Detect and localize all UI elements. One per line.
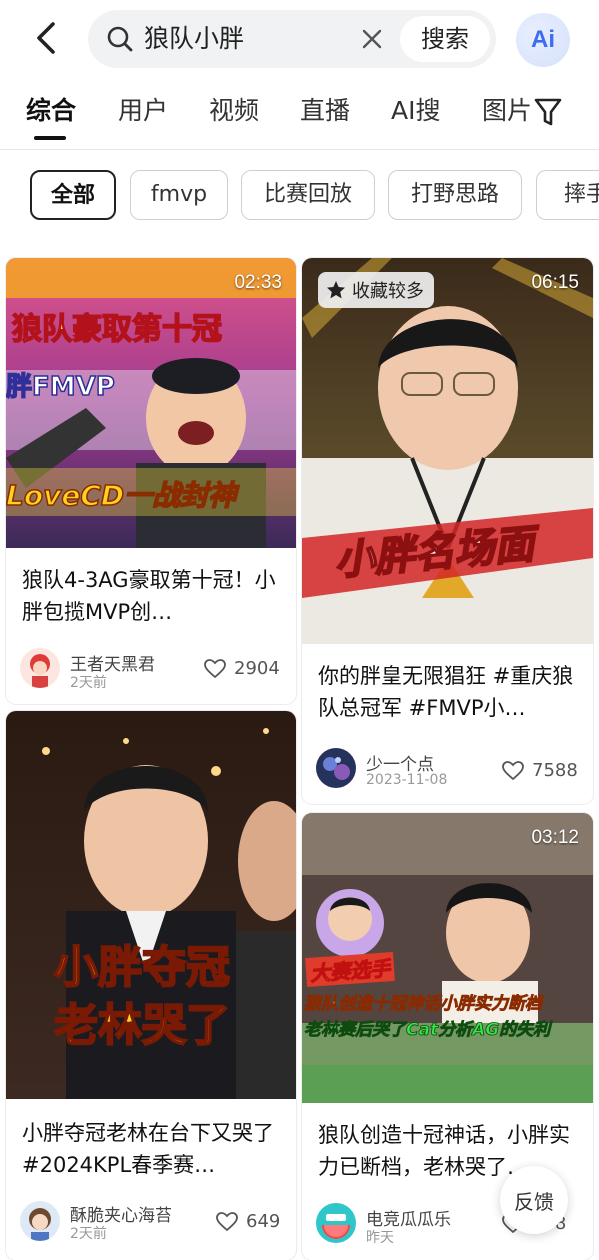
results-feed: 狼队豪取第十冠 胖FMVP LoveCD一战封神 02:33 狼队4-3AG豪取…: [0, 240, 599, 1260]
like-button[interactable]: 2904: [204, 658, 280, 679]
heart-icon: [216, 1211, 238, 1231]
thumbnail-caption-line2: 老林赛后哭了Cat分析AG的失利: [304, 1020, 551, 1041]
search-icon: [107, 26, 133, 52]
like-button[interactable]: 7588: [502, 760, 578, 781]
avatar-image: [20, 648, 60, 688]
badge-label: 收藏较多: [352, 281, 424, 302]
video-card[interactable]: 狼队豪取第十冠 胖FMVP LoveCD一战封神 02:33 狼队4-3AG豪取…: [6, 258, 296, 704]
post-date: 昨天: [366, 1230, 394, 1246]
chip-more[interactable]: 摔手: [536, 170, 599, 220]
like-count: 2904: [234, 658, 280, 679]
chip-all[interactable]: 全部: [30, 170, 116, 220]
ai-assistant-button[interactable]: Ai: [516, 13, 570, 67]
tab-images[interactable]: 图片: [482, 88, 532, 134]
filter-icon[interactable]: [533, 96, 563, 128]
video-card[interactable]: 小胖夺冠 老林哭了 小胖夺冠老林在台下又哭了 #2024KPL春季赛… 酥脆夹心…: [6, 711, 296, 1260]
thumbnail-caption-top: 狼队豪取第十冠: [11, 311, 223, 348]
video-thumbnail: 小胖名场面 收藏较多 06:15: [302, 258, 593, 644]
avatar[interactable]: [20, 648, 60, 688]
tab-users[interactable]: 用户: [118, 88, 168, 134]
video-thumbnail: 小胖夺冠 老林哭了: [6, 711, 296, 1099]
chip-fmvp[interactable]: fmvp: [130, 170, 228, 220]
tab-videos[interactable]: 视频: [209, 88, 259, 134]
search-button[interactable]: 搜索: [400, 16, 490, 62]
avatar-image: [316, 748, 356, 788]
avatar-image: [20, 1201, 60, 1241]
post-date: 2天前: [70, 675, 107, 691]
tab-ai-search[interactable]: AI搜: [391, 88, 440, 134]
video-card[interactable]: 小胖名场面 收藏较多 06:15 你的胖皇无限猖狂 #重庆狼队总冠军 #FMVP…: [302, 258, 593, 804]
star-icon: [327, 281, 345, 299]
thumbnail-image: [302, 258, 593, 644]
avatar[interactable]: [316, 748, 356, 788]
video-duration: 06:15: [531, 272, 579, 293]
thumbnail-caption-line1: 狼队创造十冠神话小胖实力断档: [304, 994, 543, 1015]
video-thumbnail: 狼队豪取第十冠 胖FMVP LoveCD一战封神 02:33: [6, 258, 296, 548]
like-button[interactable]: 649: [216, 1211, 280, 1232]
feedback-button[interactable]: 反馈: [500, 1166, 568, 1234]
chip-match-replay[interactable]: 比赛回放: [241, 170, 375, 220]
top-bar: 狼队小胖 搜索 Ai 综合 用户 视频 直播 AI搜 图片: [0, 0, 599, 150]
thumbnail-caption-line2: 老林哭了: [53, 999, 231, 1052]
heart-icon: [204, 658, 226, 678]
thumbnail-caption-line1: 小胖夺冠: [53, 941, 231, 994]
like-count: 649: [246, 1211, 281, 1232]
avatar[interactable]: [316, 1203, 356, 1243]
post-date: 2023-11-08: [366, 772, 448, 788]
search-input[interactable]: 狼队小胖: [144, 22, 244, 56]
tab-comprehensive[interactable]: 综合: [26, 88, 76, 134]
avatar-image: [316, 1203, 356, 1243]
ai-label: Ai: [531, 26, 555, 53]
favorite-badge: 收藏较多: [318, 272, 434, 308]
thumbnail-caption-bottom: LoveCD一战封神: [6, 478, 237, 513]
post-date: 2天前: [70, 1226, 107, 1242]
avatar[interactable]: [20, 1201, 60, 1241]
like-count: 7588: [532, 760, 578, 781]
search-box[interactable]: 狼队小胖 搜索: [88, 10, 496, 68]
heart-icon: [502, 760, 524, 780]
video-title[interactable]: 小胖夺冠老林在台下又哭了 #2024KPL春季赛…: [22, 1117, 284, 1181]
thumbnail-tag: 大赛选手: [305, 951, 395, 988]
video-duration: 03:12: [531, 827, 579, 848]
thumbnail-caption-mid: 胖FMVP: [6, 371, 116, 403]
back-arrow-icon: [37, 22, 55, 54]
video-title[interactable]: 你的胖皇无限猖狂 #重庆狼队总冠军 #FMVP小…: [318, 660, 580, 724]
back-button[interactable]: [28, 20, 64, 56]
chip-jungle-tips[interactable]: 打野思路: [388, 170, 522, 220]
tab-bar: 综合 用户 视频 直播 AI搜 图片: [0, 88, 599, 140]
filter-chip-bar: 全部 fmvp 比赛回放 打野思路 摔手: [0, 150, 599, 240]
active-tab-indicator: [34, 136, 66, 140]
video-title[interactable]: 狼队4-3AG豪取第十冠！小胖包揽MVP创…: [22, 564, 280, 628]
video-thumbnail: 大赛选手 狼队创造十冠神话小胖实力断档 老林赛后哭了Cat分析AG的失利 03:…: [302, 813, 593, 1103]
tab-live[interactable]: 直播: [300, 88, 350, 134]
clear-icon[interactable]: [360, 27, 384, 51]
video-duration: 02:33: [234, 272, 282, 293]
